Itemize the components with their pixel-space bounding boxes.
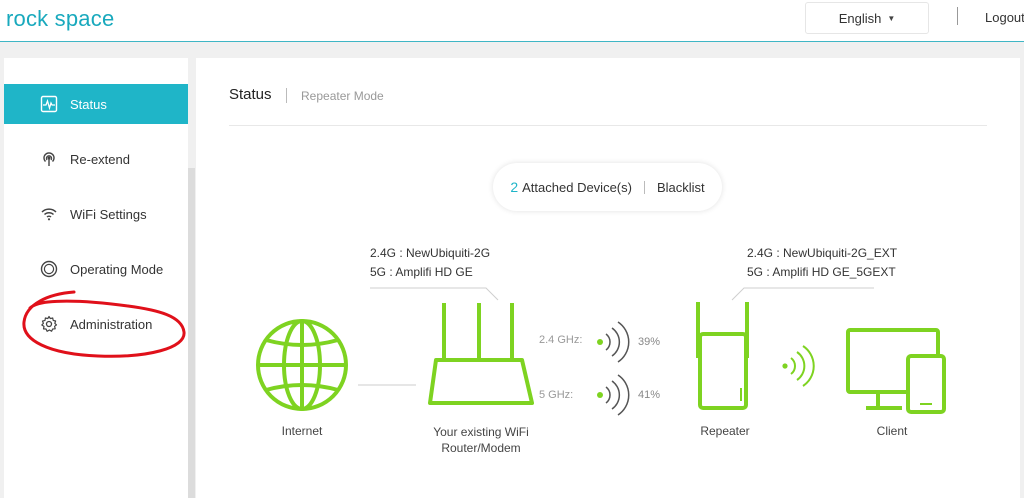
language-label: English — [838, 10, 882, 26]
signal-5-icon — [597, 374, 630, 416]
sidebar-item-label: WiFi Settings — [70, 206, 147, 222]
wifi-icon — [41, 208, 57, 221]
repeater-icon — [696, 302, 749, 410]
sidebar-item-label: Status — [70, 96, 107, 112]
sidebar-item-re-extend[interactable]: Re-extend — [4, 139, 188, 179]
repeater-label: Repeater — [700, 424, 750, 438]
sidebar-item-operating-mode[interactable]: Operating Mode — [4, 249, 188, 289]
client-label: Client — [876, 424, 908, 438]
sidebar-scrollbar[interactable] — [188, 168, 195, 498]
sidebar-item-label: Administration — [70, 316, 153, 332]
wifi-waves-icon — [782, 345, 815, 387]
sidebar-item-wifi-settings[interactable]: WiFi Settings — [4, 194, 188, 234]
band-label-5: 5 GHz: — [539, 389, 574, 401]
globe-icon — [256, 319, 348, 411]
band-label-24: 2.4 GHz: — [539, 334, 583, 346]
client-devices-icon — [846, 328, 946, 414]
sidebar-item-label: Operating Mode — [70, 261, 164, 277]
header-divider — [957, 7, 958, 25]
router-label-line1: Your existing WiFi — [433, 425, 529, 439]
language-dropdown[interactable]: English ▼ — [805, 2, 929, 34]
logout-link[interactable]: Logout — [985, 10, 1024, 25]
router-label-line2: Router/Modem — [441, 441, 521, 455]
sidebar-item-label: Re-extend — [70, 151, 130, 167]
activity-icon — [40, 95, 58, 113]
caret-down-icon: ▼ — [887, 13, 896, 23]
top-bar: rock space English ▼ Logout — [0, 0, 1024, 42]
brand-logo: rock space — [6, 6, 115, 31]
main-panel: Status Repeater Mode 2 Attached Device(s… — [196, 58, 1020, 498]
sidebar-item-administration[interactable]: Administration — [4, 304, 188, 344]
gear-icon — [41, 315, 58, 332]
signal-strength-5: 41% — [638, 389, 661, 401]
mode-ring-icon — [40, 260, 58, 278]
signal-strength-24: 39% — [638, 336, 661, 348]
signal-24-icon — [597, 321, 630, 363]
internet-label: Internet — [281, 424, 323, 438]
router-icon — [428, 303, 534, 405]
sidebar: Status Re-extend WiFi Settings Operating… — [4, 58, 188, 498]
sidebar-item-status[interactable]: Status — [4, 84, 188, 124]
signal-tower-icon — [43, 152, 55, 166]
router-label: Your existing WiFi Router/Modem — [416, 424, 546, 456]
